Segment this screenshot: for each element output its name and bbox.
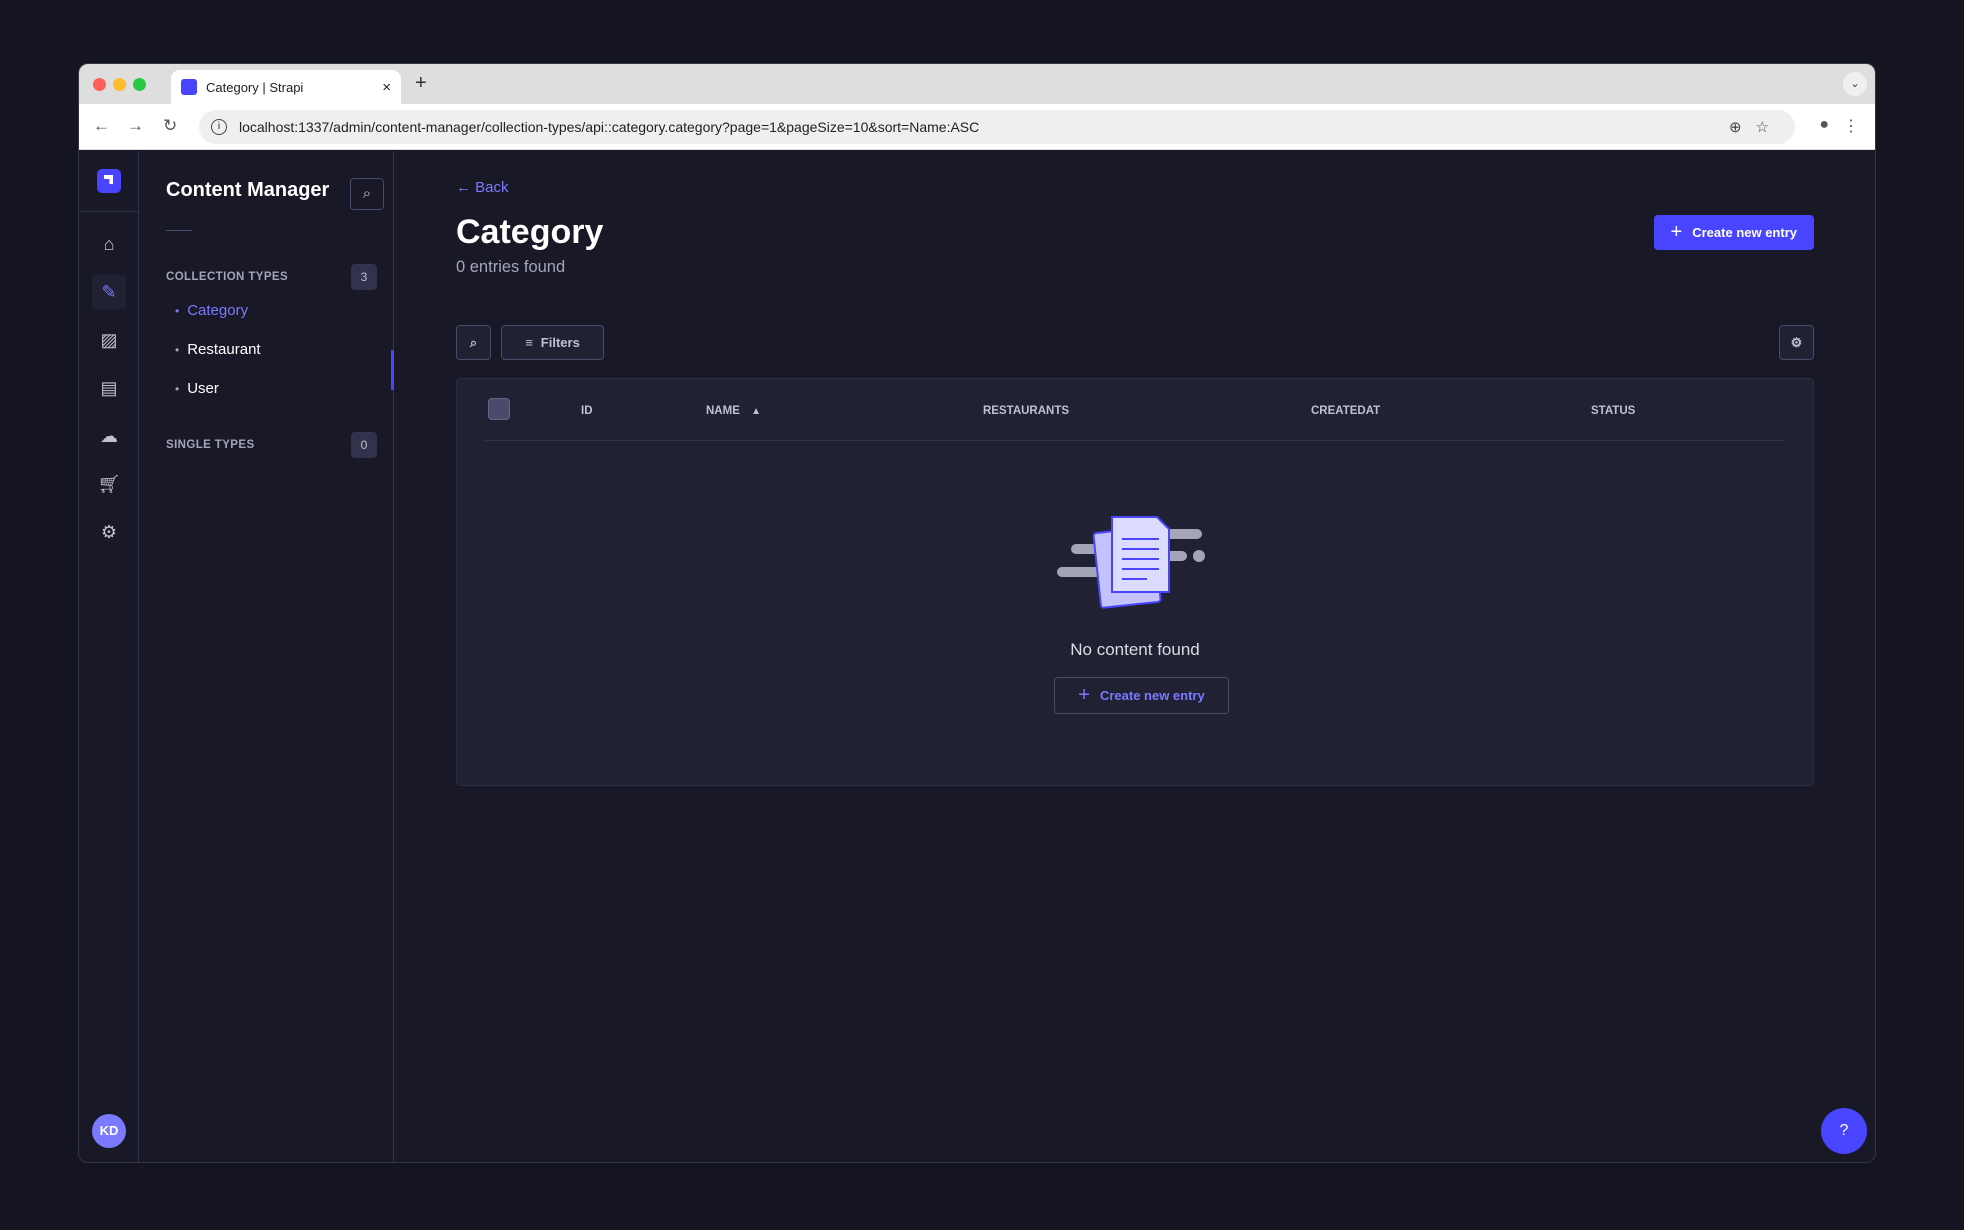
profile-icon[interactable]: ● bbox=[1819, 116, 1829, 134]
active-indicator bbox=[391, 350, 394, 390]
url-text[interactable]: localhost:1337/admin/content-manager/col… bbox=[239, 119, 979, 135]
single-types-heading: SINGLE TYPES bbox=[166, 439, 255, 451]
page-title: Category bbox=[456, 213, 604, 251]
collection-types-count: 3 bbox=[351, 264, 377, 290]
main-content: ← Back Category 0 entries found + Create … bbox=[395, 151, 1875, 1162]
close-tab-icon[interactable]: × bbox=[382, 79, 391, 96]
address-bar[interactable]: i localhost:1337/admin/content-manager/c… bbox=[199, 110, 1795, 144]
help-button[interactable]: ? bbox=[1821, 1108, 1867, 1154]
plus-icon: + bbox=[1670, 221, 1683, 243]
sidebar-item-user[interactable]: User bbox=[175, 380, 219, 397]
forward-nav-icon[interactable]: → bbox=[127, 116, 144, 136]
sidebar-search-button[interactable]: ⌕ bbox=[350, 178, 384, 210]
table-search-button[interactable]: ⌕ bbox=[456, 325, 491, 360]
search-icon: ⌕ bbox=[469, 334, 478, 350]
layout-builder-icon[interactable]: ▤ bbox=[92, 371, 126, 405]
site-info-icon[interactable]: i bbox=[211, 119, 227, 135]
reload-icon[interactable]: ↻ bbox=[163, 116, 177, 136]
browser-tab[interactable]: Category | Strapi × bbox=[171, 70, 401, 104]
create-new-entry-button[interactable]: + Create new entry bbox=[1653, 215, 1814, 250]
divider bbox=[166, 230, 192, 231]
sort-ascending-icon: ▲ bbox=[751, 406, 761, 417]
tab-search-button[interactable]: ⌄ bbox=[1843, 72, 1867, 96]
main-nav-rail: ⌂ ✎ ▨ ▤ ☁ 🛒︎ ⚙ KD bbox=[79, 151, 139, 1162]
minimize-window-button[interactable] bbox=[113, 78, 126, 91]
arrow-left-icon: ← bbox=[456, 179, 476, 196]
column-header-restaurants[interactable]: RESTAURANTS bbox=[983, 405, 1069, 417]
filters-button[interactable]: ≡ Filters bbox=[501, 325, 604, 360]
close-window-button[interactable] bbox=[93, 78, 106, 91]
media-library-icon[interactable]: ▨ bbox=[92, 323, 126, 357]
feather-content-manager-icon[interactable]: ✎ bbox=[92, 275, 126, 309]
gear-icon: ⚙ bbox=[1790, 334, 1803, 350]
strapi-favicon-icon bbox=[181, 79, 197, 95]
sidebar-item-restaurant[interactable]: Restaurant bbox=[175, 341, 260, 358]
cart-marketplace-icon[interactable]: 🛒︎ bbox=[92, 467, 126, 501]
entries-table: ID NAME ▲ RESTAURANTS CREATEDAT STATUS N… bbox=[456, 378, 1814, 786]
collection-types-heading: COLLECTION TYPES bbox=[166, 271, 289, 283]
empty-create-new-entry-button[interactable]: + Create new entry bbox=[1054, 677, 1229, 714]
view-settings-button[interactable]: ⚙ bbox=[1779, 325, 1814, 360]
browser-menu-icon[interactable]: ⋮ bbox=[1843, 116, 1859, 136]
strapi-logo[interactable] bbox=[97, 169, 121, 193]
empty-state-text: No content found bbox=[1070, 640, 1200, 659]
back-link[interactable]: ← Back bbox=[456, 179, 509, 196]
zoom-icon[interactable]: ⊕ bbox=[1729, 119, 1756, 136]
column-header-name[interactable]: NAME ▲ bbox=[706, 405, 761, 417]
column-header-status[interactable]: STATUS bbox=[1591, 405, 1635, 417]
search-icon: ⌕ bbox=[362, 185, 372, 202]
tab-title: Category | Strapi bbox=[206, 79, 304, 95]
column-header-createdat[interactable]: CREATEDAT bbox=[1311, 405, 1380, 417]
divider bbox=[485, 440, 1785, 441]
maximize-window-button[interactable] bbox=[133, 78, 146, 91]
bookmark-star-icon[interactable]: ☆ bbox=[1756, 119, 1783, 136]
avatar[interactable]: KD bbox=[92, 1114, 126, 1148]
cloud-icon[interactable]: ☁ bbox=[92, 419, 126, 453]
content-manager-sidebar: Content Manager ⌕ COLLECTION TYPES 3 Cat… bbox=[139, 151, 394, 1162]
settings-gear-icon[interactable]: ⚙ bbox=[92, 515, 126, 549]
filter-icon: ≡ bbox=[525, 335, 533, 350]
back-nav-icon[interactable]: ← bbox=[93, 116, 110, 136]
empty-documents-illustration bbox=[1057, 516, 1205, 609]
home-icon[interactable]: ⌂ bbox=[92, 227, 126, 261]
browser-toolbar: ← → ↻ i localhost:1337/admin/content-man… bbox=[79, 104, 1875, 150]
divider bbox=[79, 211, 138, 212]
sidebar-title: Content Manager bbox=[166, 179, 330, 201]
question-icon: ? bbox=[1839, 1122, 1849, 1139]
single-types-count: 0 bbox=[351, 432, 377, 458]
plus-icon: + bbox=[1078, 684, 1090, 706]
select-all-checkbox[interactable] bbox=[488, 398, 510, 420]
new-tab-button[interactable]: + bbox=[415, 72, 427, 95]
column-header-id[interactable]: ID bbox=[581, 405, 593, 417]
browser-window: Category | Strapi × + ⌄ ← → ↻ i localhos… bbox=[78, 63, 1876, 1163]
sidebar-item-category[interactable]: Category bbox=[175, 302, 248, 319]
tab-bar: Category | Strapi × + ⌄ bbox=[79, 64, 1875, 104]
entries-count: 0 entries found bbox=[456, 258, 566, 276]
